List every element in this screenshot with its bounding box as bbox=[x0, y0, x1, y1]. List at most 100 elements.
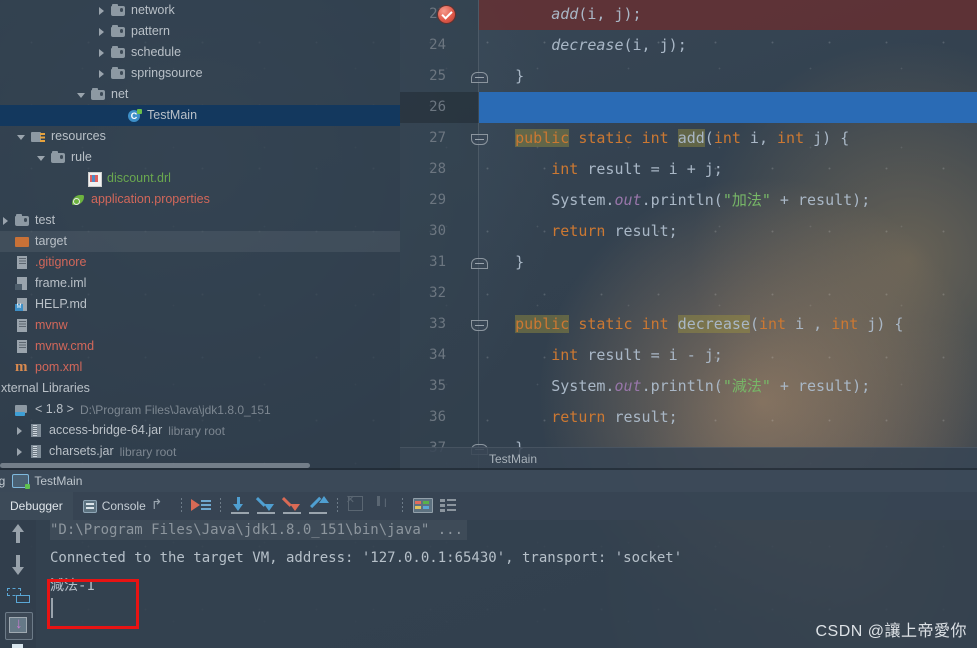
tree-item-label: pom.xml bbox=[35, 360, 83, 374]
run-configuration-icon bbox=[12, 474, 31, 489]
tree-item-label: charsets.jar bbox=[49, 444, 114, 458]
debug-tab-debugger[interactable]: Debugger bbox=[0, 492, 73, 520]
tree-item-pattern[interactable]: pattern bbox=[0, 21, 400, 42]
tree-item-rule[interactable]: rule bbox=[0, 147, 400, 168]
debug-tool-window: ug TestMain Debugger Console "D:\Program … bbox=[0, 470, 977, 648]
run-configuration-name: TestMain bbox=[34, 474, 83, 488]
step-over-button[interactable] bbox=[227, 492, 253, 520]
chevron-right-icon[interactable] bbox=[14, 446, 26, 458]
code-line[interactable]: public static int add(int i, int j) { bbox=[479, 123, 977, 154]
chevron-down-icon[interactable] bbox=[16, 131, 28, 143]
tree-item-mvnw[interactable]: mvnw bbox=[0, 315, 400, 336]
code-token: add bbox=[677, 129, 705, 147]
line-number: 29 bbox=[429, 192, 446, 208]
console-caret bbox=[51, 598, 53, 618]
code-token: public bbox=[515, 129, 570, 147]
tree-item-xternal-libraries[interactable]: xternal Libraries bbox=[0, 378, 400, 399]
chevron-right-icon[interactable] bbox=[96, 68, 108, 80]
tree-item-charsets-jar[interactable]: charsets.jar library root bbox=[0, 441, 400, 462]
code-line[interactable]: return result; bbox=[479, 402, 977, 433]
tree-item-pom-xml[interactable]: pom.xml bbox=[0, 357, 400, 378]
tree-item-discount-drl[interactable]: discount.drl bbox=[0, 168, 400, 189]
tree-item-application-properties[interactable]: application.properties bbox=[0, 189, 400, 210]
tree-item-network[interactable]: network bbox=[0, 0, 400, 21]
ide-window: network pattern schedule springsourcenet Tes… bbox=[0, 0, 977, 648]
tree-item-frame-iml[interactable]: frame.iml bbox=[0, 273, 400, 294]
project-tree-panel[interactable]: network pattern schedule springsourcenet Tes… bbox=[0, 0, 400, 470]
md-icon bbox=[15, 297, 30, 312]
code-line[interactable]: System.out.println("加法" + result); bbox=[479, 185, 977, 216]
tree-item-mvnw-cmd[interactable]: mvnw.cmd bbox=[0, 336, 400, 357]
code-line[interactable]: decrease(i, j); bbox=[479, 30, 977, 61]
tree-item-label: rule bbox=[71, 150, 92, 164]
step-out-button[interactable] bbox=[305, 492, 331, 520]
chevron-right-icon[interactable] bbox=[96, 47, 108, 59]
evaluate-expression-button[interactable] bbox=[409, 492, 435, 520]
soft-wrap-button[interactable] bbox=[0, 580, 36, 610]
chevron-right-icon[interactable] bbox=[96, 5, 108, 17]
breakpoint-verified-icon[interactable] bbox=[438, 6, 455, 23]
code-line[interactable]: return result; bbox=[479, 216, 977, 247]
debug-tab-console[interactable]: Console bbox=[73, 492, 175, 520]
chevron-right-icon[interactable] bbox=[14, 425, 26, 437]
chevron-right-icon[interactable] bbox=[0, 215, 12, 227]
code-token: System. bbox=[479, 191, 615, 209]
tree-item-help-md[interactable]: HELP.md bbox=[0, 294, 400, 315]
code-line[interactable]: System.out.println("減法" + result); bbox=[479, 371, 977, 402]
chevron-down-icon[interactable] bbox=[76, 89, 88, 101]
tree-item-access-bridge-64-jar[interactable]: access-bridge-64.jar library root bbox=[0, 420, 400, 441]
drop-to-frame-button[interactable] bbox=[370, 492, 396, 520]
tree-item-resources[interactable]: resources bbox=[0, 126, 400, 147]
tree-item-label: schedule bbox=[131, 45, 182, 59]
tree-item-label: xternal Libraries bbox=[1, 381, 90, 395]
print-button[interactable] bbox=[0, 640, 36, 648]
chevron-down-icon[interactable] bbox=[36, 152, 48, 164]
code-token: return bbox=[551, 408, 606, 426]
code-token: + result); bbox=[770, 377, 871, 395]
editor-breadcrumb[interactable]: TestMain bbox=[400, 447, 977, 470]
tree-item-label: TestMain bbox=[147, 108, 198, 122]
pin-tab-icon[interactable] bbox=[151, 496, 165, 513]
code-token: (i, j) bbox=[578, 5, 633, 23]
debug-side-rail[interactable] bbox=[0, 520, 36, 648]
tree-item-target[interactable]: target bbox=[0, 231, 400, 252]
tree-item-test[interactable]: test bbox=[0, 210, 400, 231]
code-token: + result); bbox=[770, 191, 871, 209]
run-to-cursor-button[interactable] bbox=[344, 492, 370, 520]
thread-dump-button[interactable] bbox=[435, 492, 461, 520]
tree-item-schedule[interactable]: schedule bbox=[0, 42, 400, 63]
code-token: int bbox=[758, 315, 787, 333]
scroll-down-button[interactable] bbox=[0, 550, 36, 580]
resume-program-button[interactable] bbox=[188, 492, 214, 520]
tree-item-springsource[interactable]: springsource bbox=[0, 63, 400, 84]
code-line[interactable]: } bbox=[479, 247, 977, 278]
debug-toolbar[interactable]: Debugger Console bbox=[0, 492, 977, 520]
code-line[interactable]: } bbox=[479, 61, 977, 92]
chevron-right-icon[interactable] bbox=[96, 26, 108, 38]
jdk-icon bbox=[15, 403, 30, 417]
code-editor[interactable]: 23 add(i, j);24 decrease(i, j);25 }2627 … bbox=[400, 0, 977, 470]
force-step-into-button[interactable] bbox=[279, 492, 305, 520]
code-token: ( bbox=[704, 129, 714, 147]
export-to-file-button[interactable] bbox=[0, 610, 36, 640]
step-into-button[interactable] bbox=[253, 492, 279, 520]
jar-icon bbox=[29, 444, 44, 459]
line-number: 28 bbox=[429, 161, 446, 177]
code-line[interactable]: int result = i - j; bbox=[479, 340, 977, 371]
code-token: int bbox=[713, 129, 741, 147]
scroll-up-button[interactable] bbox=[0, 520, 36, 550]
tree-item-net[interactable]: net bbox=[0, 84, 400, 105]
glyph-bar bbox=[256, 512, 275, 514]
code-line[interactable]: add(i, j); bbox=[479, 0, 977, 30]
tree-item-sublabel: D:\Program Files\Java\jdk1.8.0_151 bbox=[79, 402, 271, 417]
tree-item-testmain[interactable]: TestMain bbox=[0, 105, 400, 126]
code-line[interactable]: public static int decrease(int i , int j… bbox=[479, 309, 977, 340]
editor-code-area[interactable]: 23 add(i, j);24 decrease(i, j);25 }2627 … bbox=[400, 0, 977, 470]
tree-item-gitignore[interactable]: .gitignore bbox=[0, 252, 400, 273]
code-line[interactable]: int result = i + j; bbox=[479, 154, 977, 185]
line-number: 31 bbox=[429, 254, 446, 270]
tree-item-1-8[interactable]: < 1.8 > D:\Program Files\Java\jdk1.8.0_15… bbox=[0, 399, 400, 420]
